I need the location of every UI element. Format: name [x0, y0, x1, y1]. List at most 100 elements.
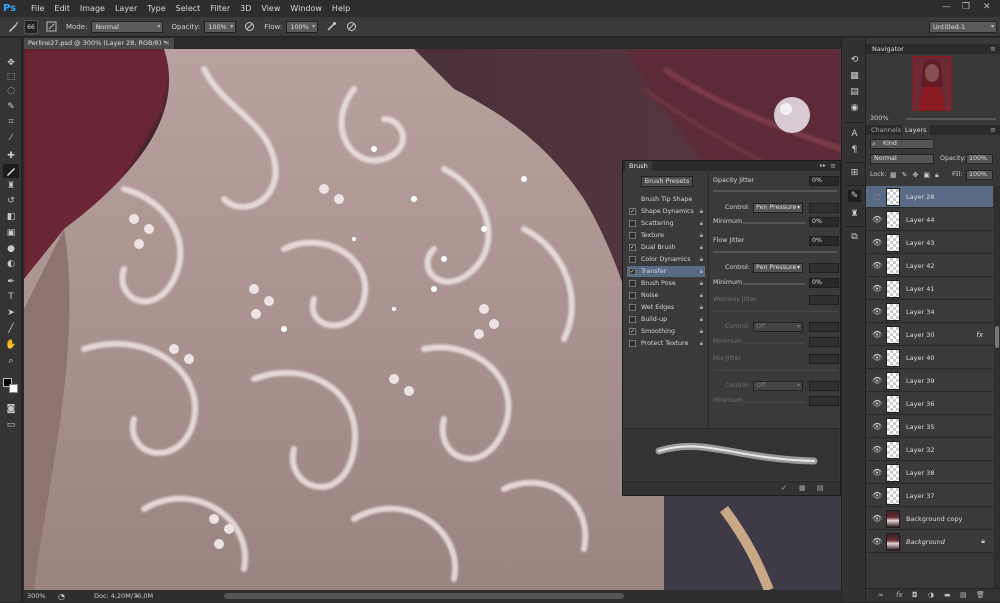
control-select[interactable]: Pen Pressure — [753, 203, 803, 213]
minimum-field-3[interactable] — [809, 337, 839, 347]
clone-source-icon[interactable]: ♜ — [848, 208, 861, 220]
lock-icon[interactable]: 🔒︎ — [700, 254, 703, 265]
lock-icon[interactable]: 🔒︎ — [700, 218, 703, 229]
flow-input[interactable]: 100% — [286, 20, 319, 33]
noise-item[interactable]: Noise 🔒︎ — [627, 290, 705, 301]
lock-icon[interactable]: 🔒︎ — [700, 230, 703, 241]
adjustment-layer-icon[interactable]: ◑ — [928, 591, 934, 599]
dual-brush-item[interactable]: ✓ Dual Brush 🔒︎ — [627, 242, 705, 253]
layer-row-41[interactable]: 👁︎ Layer 41 — [866, 278, 993, 300]
toggle-live-tip-icon[interactable]: ✓ — [781, 484, 787, 492]
eye-icon[interactable]: 👁︎ — [872, 514, 882, 524]
layer-row-34[interactable]: 👁︎ Layer 34 — [866, 301, 993, 323]
quick-select-icon[interactable]: ✎ — [3, 100, 19, 114]
restore-icon[interactable]: ❐ — [962, 2, 970, 12]
checkbox[interactable] — [629, 316, 636, 323]
layer-row-35[interactable]: 👁︎ Layer 35 — [866, 416, 993, 438]
control-fade-field[interactable] — [809, 203, 839, 213]
menu-select[interactable]: Select — [176, 4, 201, 13]
wetness-jitter-field[interactable] — [809, 295, 839, 305]
checkbox[interactable] — [629, 280, 636, 287]
mix-jitter-slider[interactable] — [713, 369, 837, 371]
wetness-jitter-slider[interactable] — [713, 310, 837, 312]
build-up-item[interactable]: Build-up 🔒︎ — [627, 314, 705, 325]
shape-dynamics-item[interactable]: ✓ Shape Dynamics 🔒︎ — [627, 206, 705, 217]
checkbox[interactable] — [629, 292, 636, 299]
link-icon[interactable]: ∞ — [878, 591, 884, 599]
quick-mask-icon[interactable]: ◙ — [3, 402, 19, 416]
screen-mode-icon[interactable]: ▭ — [3, 418, 19, 432]
eye-icon[interactable]: 👁︎ — [872, 238, 882, 248]
fx-icon[interactable]: fx — [896, 591, 903, 599]
eye-icon[interactable]: 👁︎ — [872, 445, 882, 455]
menu-image[interactable]: Image — [80, 4, 105, 13]
background-color-swatch[interactable] — [9, 384, 18, 393]
layer-row-38[interactable]: 👁︎ Layer 38 — [866, 462, 993, 484]
menu-type[interactable]: Type — [147, 4, 165, 13]
group-folder-icon[interactable]: ▬ — [944, 591, 951, 599]
lock-icon[interactable]: 🔒︎ — [700, 290, 703, 301]
blur-icon[interactable]: ● — [3, 242, 19, 256]
brush-pose-item[interactable]: Brush Pose 🔒︎ — [627, 278, 705, 289]
texture-item[interactable]: Texture 🔒︎ — [627, 230, 705, 241]
crop-icon[interactable]: ⌗ — [3, 115, 19, 129]
layer-opacity-input[interactable]: 100% — [966, 154, 993, 164]
swatches-icon[interactable]: ▤ — [848, 86, 861, 98]
smoothing-item[interactable]: ✓ Smoothing 🔒︎ — [627, 326, 705, 337]
close-icon[interactable]: × — [165, 38, 170, 49]
pen-icon[interactable]: ✒ — [3, 275, 19, 289]
horizontal-scrollbar[interactable] — [224, 593, 624, 599]
filter-kind-select[interactable]: Kind — [870, 139, 934, 149]
eye-icon[interactable]: 👁︎ — [872, 215, 882, 225]
hand-icon[interactable]: ✋ — [3, 338, 19, 352]
brush-icon[interactable] — [3, 164, 19, 178]
checkbox[interactable]: ✓ — [629, 328, 636, 335]
layer-row-30[interactable]: 👁︎ Layer 30 fx — [866, 324, 993, 346]
lock-icon[interactable]: 🔒︎ — [700, 338, 703, 349]
brush-tool-preset-icon[interactable] — [6, 20, 20, 34]
flow-jitter-slider[interactable] — [713, 251, 837, 253]
checkbox[interactable] — [629, 304, 636, 311]
eye-icon[interactable]: 👁︎ — [872, 537, 882, 547]
tool-presets-icon[interactable]: ⊞ — [848, 167, 861, 179]
opacity-jitter-slider[interactable] — [713, 190, 837, 192]
eye-icon[interactable]: 👁︎ — [872, 399, 882, 409]
checkbox[interactable]: ✓ — [629, 208, 636, 215]
histogram-icon[interactable]: ▦ — [848, 70, 861, 82]
zoom-level[interactable]: 300% — [27, 590, 46, 602]
document-tab[interactable]: Perline27.psd @ 300% (Layer 28, RGB/8) *… — [24, 38, 174, 49]
opacity-jitter-field[interactable]: 0% — [809, 176, 839, 186]
path-select-icon[interactable]: ➤ — [3, 306, 19, 320]
minimize-icon[interactable]: — — [942, 2, 951, 12]
layers-scrollbar[interactable] — [994, 186, 1000, 588]
panel-menu-icon[interactable]: ≡ — [990, 125, 996, 135]
visibility-icon[interactable]: ▢ — [872, 192, 882, 202]
brush-presets-button[interactable]: Brush Presets — [641, 176, 693, 187]
lock-icon[interactable]: 🔒︎ — [700, 266, 703, 277]
lock-icon[interactable]: 🔒︎ — [700, 302, 703, 313]
history-brush-icon[interactable]: ↺ — [3, 194, 19, 208]
new-brush-icon[interactable]: ▤ — [817, 484, 824, 492]
layer-effects-icon[interactable]: fx — [976, 324, 983, 346]
flow-jitter-field[interactable]: 0% — [809, 236, 839, 246]
dodge-icon[interactable]: ◐ — [3, 257, 19, 271]
workspace-select[interactable]: Untitled-1 — [929, 21, 997, 33]
control-select-3[interactable]: Off — [753, 322, 803, 332]
minimum-field-4[interactable] — [809, 396, 839, 406]
mask-icon[interactable]: ◘ — [912, 591, 918, 599]
minimum-slider-2[interactable] — [743, 283, 805, 285]
adjustments-icon[interactable]: ◉ — [848, 102, 861, 114]
paragraph-icon[interactable]: ¶ — [848, 144, 861, 156]
eye-icon[interactable]: 👁︎ — [872, 307, 882, 317]
zoom-icon[interactable]: ⌕ — [3, 354, 19, 368]
layer-row-37[interactable]: 👁︎ Layer 37 — [866, 485, 993, 507]
close-icon[interactable]: ✕ — [983, 2, 991, 12]
menu-edit[interactable]: Edit — [54, 4, 70, 13]
checkbox[interactable] — [629, 220, 636, 227]
eye-icon[interactable]: 👁︎ — [872, 376, 882, 386]
brush-tip-shape-item[interactable]: Brush Tip Shape — [627, 194, 705, 205]
history-icon[interactable]: ⟲ — [848, 54, 861, 66]
layers-scroll-thumb[interactable] — [995, 326, 999, 348]
navigator-thumbnail[interactable] — [912, 56, 952, 111]
shape-icon[interactable]: ╱ — [3, 322, 19, 336]
